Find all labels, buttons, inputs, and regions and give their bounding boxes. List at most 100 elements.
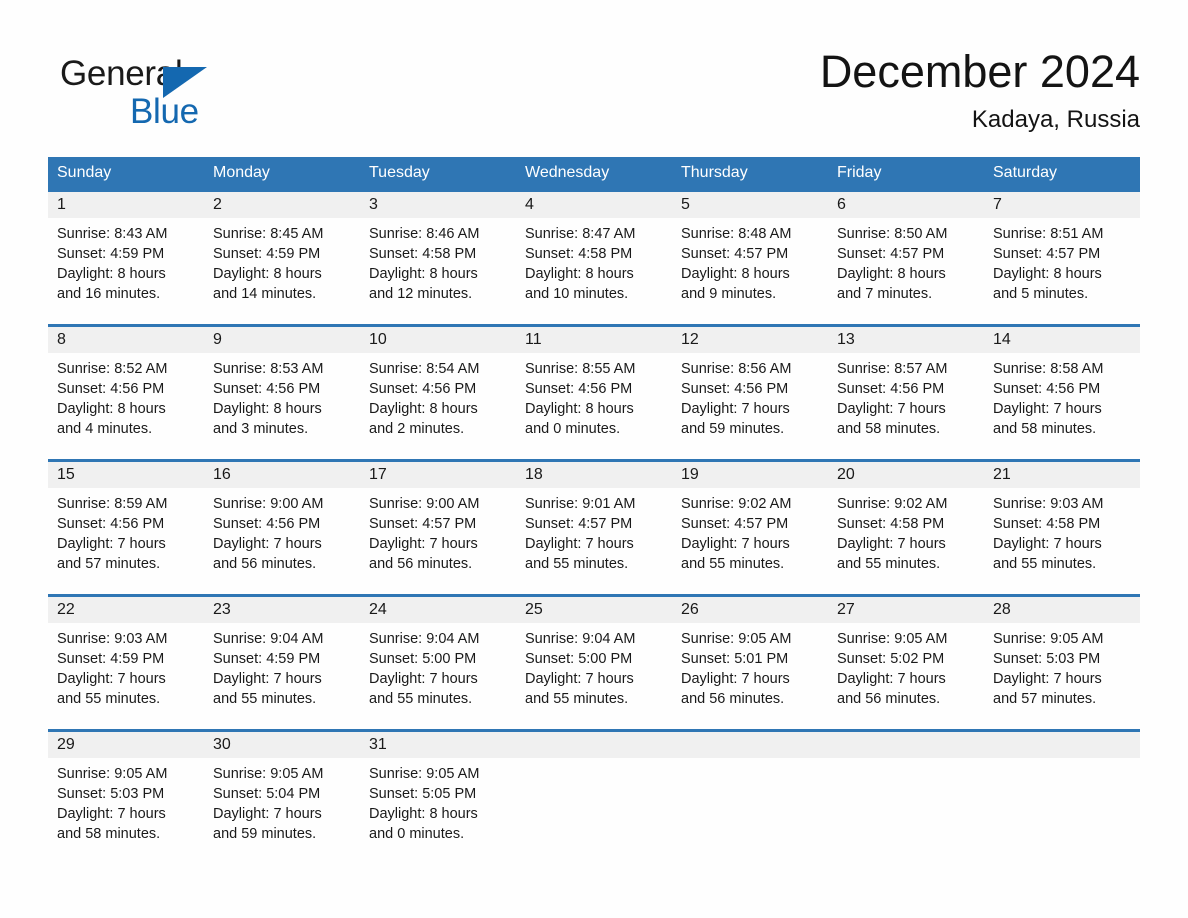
page-title: December 2024 [819,46,1140,97]
day-details: Sunrise: 8:47 AM Sunset: 4:58 PM Daylight:… [516,218,672,304]
day-number: 12 [672,327,828,353]
calendar-day-cell[interactable]: 1 Sunrise: 8:43 AM Sunset: 4:59 PM Daylight… [48,192,204,324]
day-detail-sunset: Sunset: 5:03 PM [57,786,165,802]
day-detail-daylight-1: Daylight: 8 hours [681,266,790,282]
day-detail-daylight-2: and 56 minutes. [681,691,785,707]
calendar-day-cell[interactable]: 24 Sunrise: 9:04 AM Sunset: 5:00 PM Dayligh… [360,597,516,729]
day-details: Sunrise: 8:52 AM Sunset: 4:56 PM Daylight:… [48,353,204,439]
weekday-header-saturday: Saturday [993,164,1058,181]
calendar-day-cell[interactable]: 6 Sunrise: 8:50 AM Sunset: 4:57 PM Daylight… [828,192,984,324]
calendar-day-cell[interactable]: 19 Sunrise: 9:02 AM Sunset: 4:57 PM Dayligh… [672,462,828,594]
calendar-day-cell[interactable]: 26 Sunrise: 9:05 AM Sunset: 5:01 PM Dayligh… [672,597,828,729]
day-number: 24 [360,597,516,623]
day-detail-sunrise: Sunrise: 9:04 AM [525,631,636,647]
day-detail-sunset: Sunset: 5:05 PM [369,786,477,802]
day-detail-sunset: Sunset: 4:57 PM [681,246,789,262]
day-detail-daylight-2: and 16 minutes. [57,286,161,302]
day-detail-daylight-2: and 55 minutes. [525,556,629,572]
calendar-day-cell[interactable]: 16 Sunrise: 9:00 AM Sunset: 4:56 PM Dayligh… [204,462,360,594]
day-detail-daylight-2: and 5 minutes. [993,286,1089,302]
day-detail-sunrise: Sunrise: 8:45 AM [213,226,324,242]
day-number: 28 [984,597,1140,623]
calendar-day-cell[interactable]: 9 Sunrise: 8:53 AM Sunset: 4:56 PM Daylight… [204,327,360,459]
day-number: 31 [360,732,516,758]
day-details: Sunrise: 9:02 AM Sunset: 4:57 PM Daylight:… [672,488,828,574]
day-details: Sunrise: 8:53 AM Sunset: 4:56 PM Daylight:… [204,353,360,439]
day-detail-daylight-2: and 55 minutes. [213,691,317,707]
calendar-day-cell[interactable]: 15 Sunrise: 8:59 AM Sunset: 4:56 PM Dayligh… [48,462,204,594]
day-detail-sunset: Sunset: 4:56 PM [993,381,1101,397]
day-detail-daylight-1: Daylight: 7 hours [57,806,166,822]
day-detail-daylight-2: and 0 minutes. [369,826,465,842]
general-blue-logo[interactable]: General Blue [60,54,270,132]
day-detail-sunrise: Sunrise: 8:43 AM [57,226,168,242]
calendar-day-cell-empty [672,732,828,849]
day-detail-daylight-1: Daylight: 7 hours [837,671,946,687]
day-details: Sunrise: 9:05 AM Sunset: 5:01 PM Daylight:… [672,623,828,709]
day-details: Sunrise: 8:45 AM Sunset: 4:59 PM Daylight:… [204,218,360,304]
calendar-day-cell[interactable]: 10 Sunrise: 8:54 AM Sunset: 4:56 PM Dayligh… [360,327,516,459]
calendar-day-cell[interactable]: 2 Sunrise: 8:45 AM Sunset: 4:59 PM Daylight… [204,192,360,324]
calendar-day-cell[interactable]: 21 Sunrise: 9:03 AM Sunset: 4:58 PM Dayligh… [984,462,1140,594]
calendar-day-cell[interactable]: 22 Sunrise: 9:03 AM Sunset: 4:59 PM Dayligh… [48,597,204,729]
logo-word-blue: Blue [130,92,199,131]
calendar-day-cell[interactable]: 4 Sunrise: 8:47 AM Sunset: 4:58 PM Daylight… [516,192,672,324]
day-details: Sunrise: 8:43 AM Sunset: 4:59 PM Daylight:… [48,218,204,304]
location-subtitle: Kadaya, Russia [971,106,1140,133]
day-detail-daylight-2: and 58 minutes. [57,826,161,842]
day-detail-daylight-2: and 58 minutes. [837,421,941,437]
calendar-day-cell[interactable]: 8 Sunrise: 8:52 AM Sunset: 4:56 PM Daylight… [48,327,204,459]
calendar-day-cell[interactable]: 20 Sunrise: 9:02 AM Sunset: 4:58 PM Dayligh… [828,462,984,594]
day-detail-sunset: Sunset: 4:59 PM [213,651,321,667]
day-details: Sunrise: 9:04 AM Sunset: 5:00 PM Daylight:… [360,623,516,709]
day-number: 2 [204,192,360,218]
day-number: 27 [828,597,984,623]
calendar-day-cell[interactable]: 5 Sunrise: 8:48 AM Sunset: 4:57 PM Daylight… [672,192,828,324]
calendar-day-cell[interactable]: 18 Sunrise: 9:01 AM Sunset: 4:57 PM Dayligh… [516,462,672,594]
day-detail-sunrise: Sunrise: 8:54 AM [369,361,480,377]
calendar-day-cell[interactable]: 31 Sunrise: 9:05 AM Sunset: 5:05 PM Dayligh… [360,732,516,849]
day-details: Sunrise: 9:05 AM Sunset: 5:03 PM Daylight:… [984,623,1140,709]
day-detail-sunset: Sunset: 5:00 PM [369,651,477,667]
title-block: December 2024 Kadaya, Russia [820,44,1140,136]
day-number: 7 [984,192,1140,218]
day-detail-daylight-1: Daylight: 7 hours [993,401,1102,417]
day-detail-daylight-1: Daylight: 8 hours [993,266,1102,282]
weekday-header-monday: Monday [213,164,270,181]
day-number [516,732,672,758]
calendar-day-cell[interactable]: 30 Sunrise: 9:05 AM Sunset: 5:04 PM Dayligh… [204,732,360,849]
day-detail-sunrise: Sunrise: 8:51 AM [993,226,1104,242]
calendar-day-cell[interactable]: 3 Sunrise: 8:46 AM Sunset: 4:58 PM Daylight… [360,192,516,324]
day-details [516,758,672,764]
day-detail-daylight-1: Daylight: 7 hours [681,536,790,552]
day-detail-daylight-1: Daylight: 7 hours [525,671,634,687]
calendar-day-cell[interactable]: 11 Sunrise: 8:55 AM Sunset: 4:56 PM Dayligh… [516,327,672,459]
day-detail-sunset: Sunset: 4:56 PM [837,381,945,397]
day-detail-sunset: Sunset: 4:56 PM [213,381,321,397]
calendar-day-cell-empty [516,732,672,849]
calendar-day-cell[interactable]: 12 Sunrise: 8:56 AM Sunset: 4:56 PM Dayligh… [672,327,828,459]
day-detail-daylight-1: Daylight: 7 hours [993,536,1102,552]
calendar-day-cell[interactable]: 17 Sunrise: 9:00 AM Sunset: 4:57 PM Dayligh… [360,462,516,594]
calendar-day-cell[interactable]: 7 Sunrise: 8:51 AM Sunset: 4:57 PM Daylight… [984,192,1140,324]
calendar-day-cell-empty [984,732,1140,849]
day-detail-sunrise: Sunrise: 9:00 AM [369,496,480,512]
calendar-week-row: 22 Sunrise: 9:03 AM Sunset: 4:59 PM Dayligh… [48,594,1140,729]
day-number: 11 [516,327,672,353]
calendar-day-cell[interactable]: 29 Sunrise: 9:05 AM Sunset: 5:03 PM Dayligh… [48,732,204,849]
day-detail-daylight-2: and 55 minutes. [837,556,941,572]
calendar-day-cell[interactable]: 27 Sunrise: 9:05 AM Sunset: 5:02 PM Dayligh… [828,597,984,729]
calendar-day-cell[interactable]: 23 Sunrise: 9:04 AM Sunset: 4:59 PM Dayligh… [204,597,360,729]
day-detail-daylight-1: Daylight: 7 hours [213,671,322,687]
calendar-day-cell[interactable]: 28 Sunrise: 9:05 AM Sunset: 5:03 PM Dayligh… [984,597,1140,729]
calendar-day-cell[interactable]: 25 Sunrise: 9:04 AM Sunset: 5:00 PM Dayligh… [516,597,672,729]
day-detail-sunset: Sunset: 5:03 PM [993,651,1101,667]
day-detail-daylight-2: and 14 minutes. [213,286,317,302]
calendar-weeks: 1 Sunrise: 8:43 AM Sunset: 4:59 PM Daylight… [48,189,1140,849]
calendar-day-cell[interactable]: 14 Sunrise: 8:58 AM Sunset: 4:56 PM Dayligh… [984,327,1140,459]
day-detail-sunrise: Sunrise: 8:46 AM [369,226,480,242]
calendar-day-cell[interactable]: 13 Sunrise: 8:57 AM Sunset: 4:56 PM Dayligh… [828,327,984,459]
day-details [984,758,1140,764]
day-detail-daylight-1: Daylight: 8 hours [213,266,322,282]
day-number: 5 [672,192,828,218]
